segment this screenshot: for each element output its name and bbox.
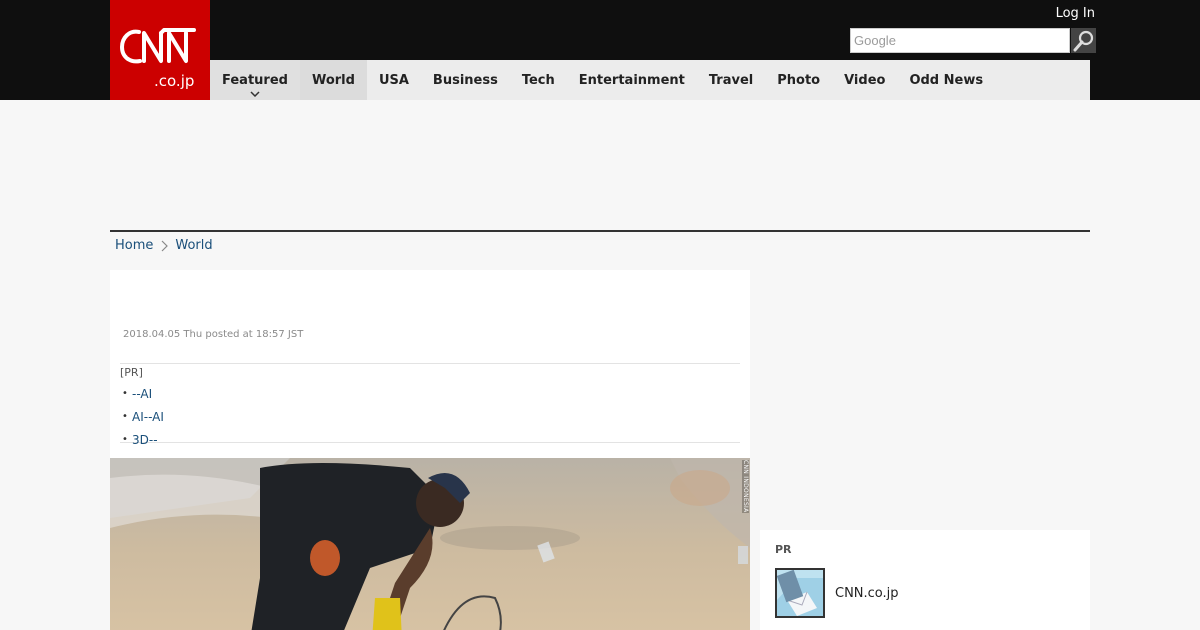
nav-item-label: Tech [521,72,555,88]
breadcrumb: Home World [115,238,213,253]
pr-link[interactable]: 3D-- [132,433,158,447]
nav-item-travel[interactable]: Travel [697,60,765,100]
nav-item-video[interactable]: Video [832,60,897,100]
nav-item-label: Odd News [909,72,984,88]
login-link[interactable]: Log In [1056,6,1095,21]
nav-item-label: Travel [708,72,754,88]
pr-link-list: • --AI • AI--AI • 3D-- [120,382,164,451]
posted-timestamp: 2018.04.05 Thu posted at 18:57 JST [123,329,304,340]
nav-item-label: Entertainment [578,72,685,88]
list-item: • AI--AI [120,405,164,428]
bullet-icon: • [122,411,128,422]
article-photo[interactable]: CNN INDONESIA [110,458,750,630]
magnifier-icon [1073,30,1093,51]
search-input[interactable] [850,28,1070,53]
sidebar-pr-item[interactable]: CNN.co.jp [775,568,899,618]
breadcrumb-world[interactable]: World [175,238,212,253]
list-item: • 3D-- [120,428,164,451]
logo-domain-text: .co.jp [154,72,195,90]
bullet-icon: • [122,388,128,399]
nav-item-label: Photo [777,72,821,88]
ad-area-divider [110,230,1090,232]
nav-item-usa[interactable]: USA [367,60,421,100]
photo-credit: CNN INDONESIA [742,460,749,513]
cnn-logo-mark [120,28,196,64]
main-nav: Featured World USA Business Tech Enterta… [210,60,1090,100]
envelope-phone-icon [777,570,823,616]
chevron-down-icon [250,91,260,97]
site-header: .co.jp Log In Featured World USA Busines… [0,0,1200,100]
nav-item-tech[interactable]: Tech [510,60,567,100]
list-item: • --AI [120,382,164,405]
chevron-right-icon [161,240,169,251]
sidebar-pr-label: PR [775,543,792,556]
article-card: 2018.04.05 Thu posted at 18:57 JST [PR] … [110,270,750,630]
nav-item-world[interactable]: World [299,60,367,100]
nav-item-odd-news[interactable]: Odd News [897,60,995,100]
nav-item-business[interactable]: Business [421,60,510,100]
nav-item-entertainment[interactable]: Entertainment [567,60,697,100]
nav-item-label: World [311,72,355,88]
breadcrumb-home[interactable]: Home [115,238,153,253]
pr-thumbnail-image [775,568,825,618]
nav-item-photo[interactable]: Photo [765,60,832,100]
nav-item-label: USA [378,72,409,88]
nav-item-featured[interactable]: Featured [210,60,300,100]
pr-link[interactable]: --AI [132,387,152,401]
sidebar-pr-box: PR CNN.co.jp [760,530,1090,630]
bullet-icon: • [122,434,128,445]
beach-photo-image [110,458,750,630]
search-button[interactable] [1071,28,1096,53]
cnn-logo[interactable]: .co.jp [110,0,210,100]
nav-item-label: Business [432,72,498,88]
sidebar-pr-title: CNN.co.jp [835,585,899,601]
pr-link[interactable]: AI--AI [132,410,164,424]
pr-links-box: [PR] • --AI • AI--AI • 3D-- [120,363,740,447]
nav-item-label: Featured [222,72,288,88]
pr-label: [PR] [120,366,143,379]
nav-item-label: Video [844,72,886,88]
search-box [850,28,1096,53]
